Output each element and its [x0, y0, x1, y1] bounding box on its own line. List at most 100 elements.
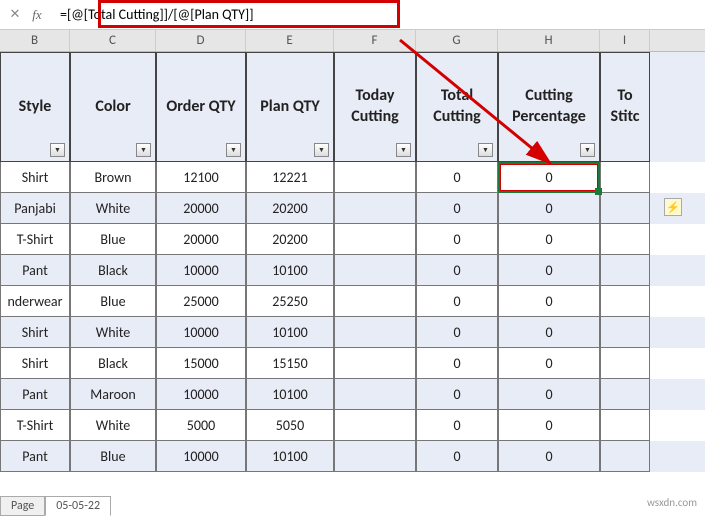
cell-stitch[interactable] [600, 224, 650, 255]
cell-style[interactable]: nderwear [0, 286, 70, 317]
cell-color[interactable]: White [70, 410, 156, 441]
cell-stitch[interactable] [600, 379, 650, 410]
cell-cutting-percentage[interactable]: 0 [498, 255, 600, 286]
col-header-C[interactable]: C [70, 30, 156, 51]
cell-style[interactable]: Shirt [0, 317, 70, 348]
cell-order-qty[interactable]: 10000 [156, 379, 246, 410]
cell-today-cutting[interactable] [334, 317, 416, 348]
cell-cutting-percentage[interactable]: 0 [498, 224, 600, 255]
filter-icon[interactable]: ▼ [136, 143, 151, 157]
cell-total-cutting[interactable]: 0 [416, 410, 498, 441]
header-today-cutting[interactable]: Today Cutting▼ [334, 52, 416, 162]
cell-style[interactable]: Pant [0, 441, 70, 472]
cell-plan-qty[interactable]: 15150 [246, 348, 334, 379]
sheet-tab-page[interactable]: Page [0, 496, 45, 516]
formula-input[interactable] [54, 4, 701, 25]
cell-color[interactable]: Black [70, 255, 156, 286]
col-header-H[interactable]: H [498, 30, 600, 51]
cell-plan-qty[interactable]: 5050 [246, 410, 334, 441]
cell-order-qty[interactable]: 10000 [156, 441, 246, 472]
cell-cutting-percentage[interactable]: 0 [498, 410, 600, 441]
cell-style[interactable]: Shirt [0, 162, 70, 193]
cell-plan-qty[interactable]: 25250 [246, 286, 334, 317]
cell-plan-qty[interactable]: 10100 [246, 255, 334, 286]
cell-total-cutting[interactable]: 0 [416, 162, 498, 193]
cell-order-qty[interactable]: 10000 [156, 317, 246, 348]
col-header-I[interactable]: I [600, 30, 650, 51]
col-header-D[interactable]: D [156, 30, 246, 51]
filter-icon[interactable]: ▼ [50, 143, 65, 157]
autofill-options-icon[interactable]: ⚡ [664, 198, 682, 216]
cell-total-cutting[interactable]: 0 [416, 286, 498, 317]
col-header-E[interactable]: E [246, 30, 334, 51]
cell-today-cutting[interactable] [334, 441, 416, 472]
cell-total-cutting[interactable]: 0 [416, 348, 498, 379]
cell-today-cutting[interactable] [334, 348, 416, 379]
filter-icon[interactable]: ▼ [580, 143, 595, 157]
cell-order-qty[interactable]: 25000 [156, 286, 246, 317]
cell-cutting-percentage[interactable]: 0 [498, 286, 600, 317]
cell-cutting-percentage[interactable]: 0 [498, 162, 600, 193]
cell-color[interactable]: Black [70, 348, 156, 379]
cell-total-cutting[interactable]: 0 [416, 224, 498, 255]
cell-total-cutting[interactable]: 0 [416, 193, 498, 224]
cell-cutting-percentage[interactable]: 0 [498, 193, 600, 224]
cancel-icon[interactable]: ✕ [4, 4, 26, 26]
cell-cutting-percentage[interactable]: 0 [498, 441, 600, 472]
cell-color[interactable]: Blue [70, 224, 156, 255]
cell-style[interactable]: Pant [0, 379, 70, 410]
cell-color[interactable]: Blue [70, 441, 156, 472]
cell-stitch[interactable] [600, 410, 650, 441]
sheet-tab-date[interactable]: 05-05-22 [45, 496, 111, 516]
cell-color[interactable]: Brown [70, 162, 156, 193]
cell-order-qty[interactable]: 15000 [156, 348, 246, 379]
cell-stitch[interactable] [600, 255, 650, 286]
header-plan-qty[interactable]: Plan QTY▼ [246, 52, 334, 162]
cell-stitch[interactable] [600, 348, 650, 379]
cell-stitch[interactable] [600, 441, 650, 472]
cell-cutting-percentage[interactable]: 0 [498, 317, 600, 348]
cell-today-cutting[interactable] [334, 224, 416, 255]
cell-style[interactable]: T-Shirt [0, 224, 70, 255]
fx-icon[interactable]: fx [26, 4, 48, 26]
cell-style[interactable]: Panjabi [0, 193, 70, 224]
col-header-G[interactable]: G [416, 30, 498, 51]
cell-total-cutting[interactable]: 0 [416, 379, 498, 410]
cell-order-qty[interactable]: 20000 [156, 193, 246, 224]
cell-today-cutting[interactable] [334, 286, 416, 317]
filter-icon[interactable]: ▼ [396, 143, 411, 157]
cell-plan-qty[interactable]: 10100 [246, 317, 334, 348]
cell-cutting-percentage[interactable]: 0 [498, 348, 600, 379]
col-header-F[interactable]: F [334, 30, 416, 51]
cell-color[interactable]: Blue [70, 286, 156, 317]
cell-style[interactable]: T-Shirt [0, 410, 70, 441]
cell-plan-qty[interactable]: 20200 [246, 224, 334, 255]
cell-total-cutting[interactable]: 0 [416, 255, 498, 286]
cell-today-cutting[interactable] [334, 162, 416, 193]
cell-style[interactable]: Pant [0, 255, 70, 286]
cell-color[interactable]: White [70, 193, 156, 224]
header-color[interactable]: Color▼ [70, 52, 156, 162]
header-order-qty[interactable]: Order QTY▼ [156, 52, 246, 162]
header-today-stitch[interactable]: To Stitc [600, 52, 650, 162]
header-style[interactable]: Style▼ [0, 52, 70, 162]
cell-stitch[interactable] [600, 193, 650, 224]
filter-icon[interactable]: ▼ [226, 143, 241, 157]
cell-today-cutting[interactable] [334, 193, 416, 224]
cell-plan-qty[interactable]: 12221 [246, 162, 334, 193]
cell-order-qty[interactable]: 12100 [156, 162, 246, 193]
cell-plan-qty[interactable]: 10100 [246, 441, 334, 472]
header-total-cutting[interactable]: Total Cutting▼ [416, 52, 498, 162]
cell-style[interactable]: Shirt [0, 348, 70, 379]
cell-today-cutting[interactable] [334, 410, 416, 441]
cell-color[interactable]: Maroon [70, 379, 156, 410]
cell-plan-qty[interactable]: 20200 [246, 193, 334, 224]
cell-plan-qty[interactable]: 10100 [246, 379, 334, 410]
cell-stitch[interactable] [600, 317, 650, 348]
cell-total-cutting[interactable]: 0 [416, 317, 498, 348]
cell-total-cutting[interactable]: 0 [416, 441, 498, 472]
col-header-B[interactable]: B [0, 30, 70, 51]
cell-order-qty[interactable]: 10000 [156, 255, 246, 286]
cell-order-qty[interactable]: 20000 [156, 224, 246, 255]
filter-icon[interactable]: ▼ [314, 143, 329, 157]
